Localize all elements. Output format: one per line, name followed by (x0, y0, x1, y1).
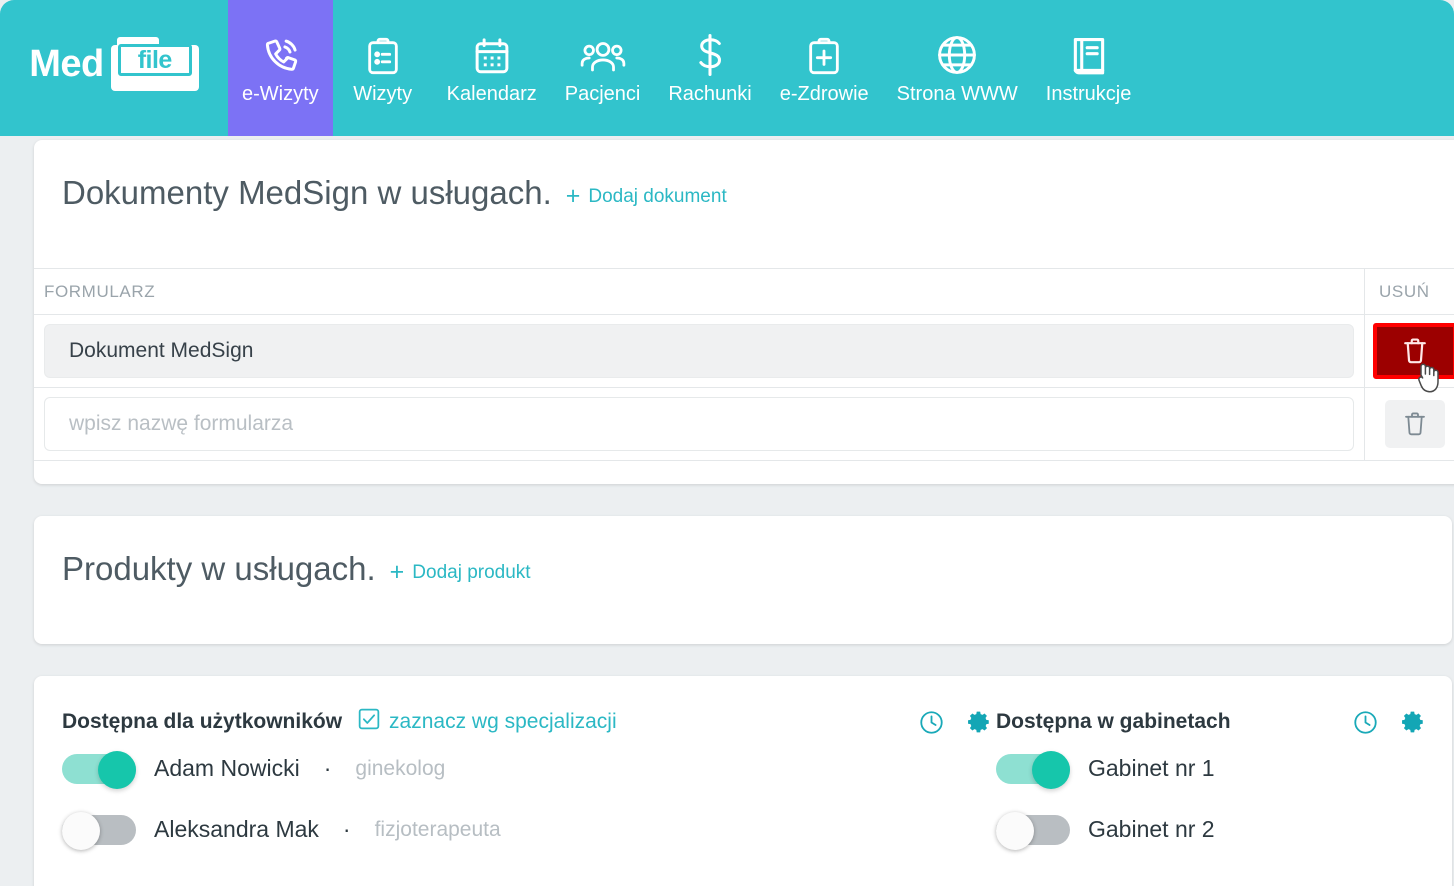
user-toggle-row: Aleksandra Mak · fizjoterapeuta (62, 799, 992, 860)
table-header-row: FORMULARZ USUŃ (34, 268, 1454, 315)
trash-icon (1403, 338, 1426, 364)
users-group-icon (580, 31, 626, 77)
table-row: Dokument MedSign (34, 315, 1454, 388)
availability-rooms-column: Dostępna w gabinetach Gabinet nr 1 Gabin… (996, 706, 1426, 860)
documents-table: FORMULARZ USUŃ Dokument MedSign wpisz na… (34, 268, 1454, 461)
user-availability-toggle[interactable] (62, 750, 136, 789)
documents-header: Dokumenty MedSign w usługach. + Dodaj do… (34, 140, 1454, 209)
checkbox-checked-icon (358, 708, 380, 736)
nav-label: e-Wizyty (242, 83, 319, 105)
plus-icon: + (565, 182, 581, 210)
nav-items: e-Wizyty Wizyty Kalendarz Pacjenci Rachu… (228, 0, 1454, 136)
user-specialization: fizjoterapeuta (374, 817, 501, 841)
users-title: Dostępna dla użytkowników (62, 710, 343, 733)
brand-name-med: Med (29, 43, 104, 85)
document-name[interactable]: Dokument MedSign (44, 324, 1354, 378)
user-name: Aleksandra Mak (154, 816, 319, 842)
nav-item-kalendarz[interactable]: Kalendarz (433, 0, 551, 136)
select-by-specialization-label: zaznacz wg specjalizacji (389, 710, 617, 733)
folder-icon: file (110, 37, 199, 91)
brand-logo[interactable]: Med file (0, 0, 228, 136)
rooms-header-icons (1353, 709, 1426, 735)
products-card: Produkty w usługach. + Dodaj produkt (34, 516, 1452, 644)
nav-item-e-zdrowie[interactable]: e-Zdrowie (766, 0, 883, 136)
nav-label: Pacjenci (564, 83, 641, 105)
users-header: Dostępna dla użytkowników zaznacz wg spe… (62, 706, 992, 738)
clock-icon[interactable] (1353, 710, 1378, 735)
delete-new-row-button[interactable] (1384, 400, 1445, 448)
separator: · (323, 755, 332, 781)
room-name: Gabinet nr 1 (1088, 755, 1215, 781)
availability-users-column: Dostępna dla użytkowników zaznacz wg spe… (62, 706, 992, 860)
clipboard-medical-icon (804, 31, 844, 77)
calendar-icon (471, 31, 513, 77)
nav-item-instrukcje[interactable]: Instrukcje (1032, 0, 1146, 136)
top-navigation-bar: Med file e-Wizyty Wizyty Kalendarz Pacje… (0, 0, 1454, 136)
nav-label: Wizyty (353, 83, 413, 105)
nav-label: Strona WWW (896, 83, 1018, 105)
add-document-label: Dodaj dokument (588, 185, 727, 207)
nav-item-strona-www[interactable]: Strona WWW (883, 0, 1032, 136)
nav-label: Rachunki (668, 83, 752, 105)
column-header-usun: USUŃ (1364, 268, 1454, 315)
form-name-cell: wpisz nazwę formularza (34, 388, 1364, 460)
new-form-name-input[interactable]: wpisz nazwę formularza (44, 397, 1354, 451)
nav-item-e-wizyty[interactable]: e-Wizyty (228, 0, 333, 136)
nav-item-rachunki[interactable]: Rachunki (654, 0, 765, 136)
delete-document-button[interactable] (1372, 323, 1454, 379)
globe-icon (935, 31, 979, 77)
delete-cell (1364, 388, 1454, 460)
table-row: wpisz nazwę formularza (34, 388, 1454, 461)
room-availability-toggle[interactable] (996, 811, 1070, 850)
documents-title: Dokumenty MedSign w usługach. (62, 174, 552, 211)
documents-card: Dokumenty MedSign w usługach. + Dodaj do… (34, 140, 1454, 484)
separator: · (342, 816, 351, 842)
nav-label: Instrukcje (1045, 83, 1132, 105)
plus-icon: + (389, 558, 405, 586)
add-document-button[interactable]: + Dodaj dokument (566, 184, 727, 209)
room-toggle-row: Gabinet nr 2 (996, 799, 1426, 860)
column-header-formularz: FORMULARZ (44, 281, 156, 301)
products-header: Produkty w usługach. + Dodaj produkt (34, 516, 1452, 585)
availability-card: Dostępna dla użytkowników zaznacz wg spe… (34, 676, 1452, 886)
add-product-label: Dodaj produkt (412, 561, 531, 583)
delete-cell (1364, 315, 1454, 387)
nav-label: e-Zdrowie (779, 83, 869, 105)
room-availability-toggle[interactable] (996, 750, 1070, 789)
clock-icon[interactable] (919, 710, 944, 735)
user-specialization: ginekolog (355, 756, 446, 780)
gear-icon[interactable] (966, 709, 992, 735)
form-name-cell: Dokument MedSign (34, 315, 1364, 387)
trash-icon (1404, 412, 1425, 436)
gear-icon[interactable] (1400, 709, 1426, 735)
add-product-button[interactable]: + Dodaj produkt (390, 560, 531, 585)
users-header-icons (919, 709, 992, 735)
rooms-title: Dostępna w gabinetach (996, 710, 1231, 733)
clipboard-list-icon (363, 31, 403, 77)
phone-call-icon (259, 31, 301, 77)
nav-item-pacjenci[interactable]: Pacjenci (551, 0, 655, 136)
nav-label: Kalendarz (446, 83, 537, 105)
user-name: Adam Nowicki (154, 755, 300, 781)
book-icon (1069, 31, 1109, 77)
products-title: Produkty w usługach. (62, 550, 376, 587)
room-name: Gabinet nr 2 (1088, 816, 1215, 842)
brand-name-file: file (137, 45, 173, 74)
room-toggle-row: Gabinet nr 1 (996, 738, 1426, 799)
user-toggle-row: Adam Nowicki · ginekolog (62, 738, 992, 799)
nav-item-wizyty[interactable]: Wizyty (333, 0, 433, 136)
user-availability-toggle[interactable] (62, 811, 136, 850)
select-by-specialization-button[interactable]: zaznacz wg specjalizacji (358, 708, 617, 736)
app-root: Med file e-Wizyty Wizyty Kalendarz Pacje… (0, 0, 1454, 886)
dollar-icon (693, 31, 727, 77)
rooms-header: Dostępna w gabinetach (996, 706, 1426, 738)
